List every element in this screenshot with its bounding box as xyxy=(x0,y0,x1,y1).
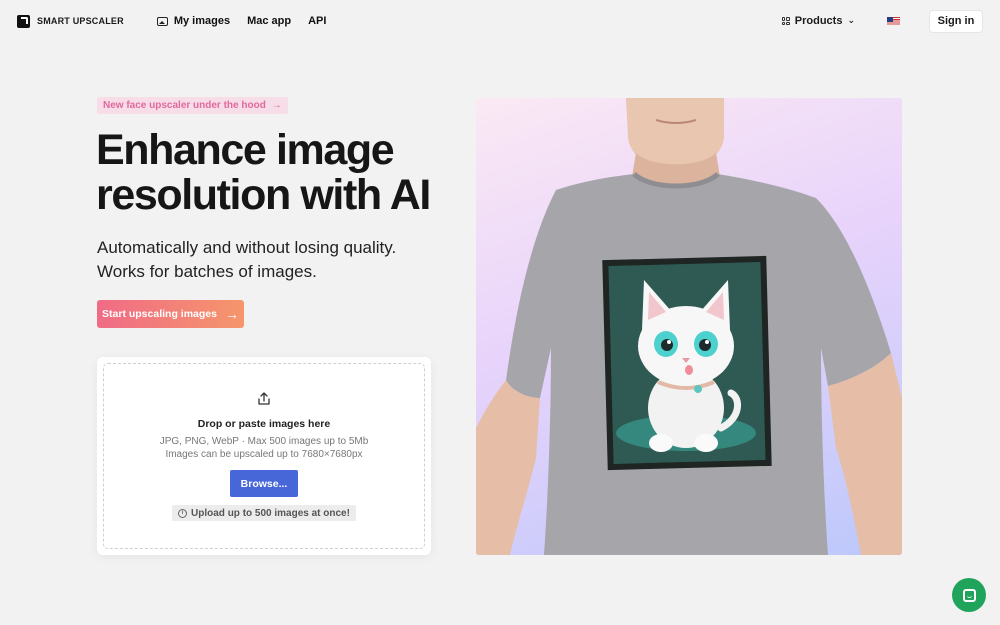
nav-mac-app[interactable]: Mac app xyxy=(247,15,291,27)
nav-api[interactable]: API xyxy=(308,15,326,27)
products-menu[interactable]: Products ⌄ xyxy=(781,14,855,27)
subtitle-line-1: Automatically and without losing quality… xyxy=(97,238,397,257)
hero-image xyxy=(476,98,902,555)
chat-button[interactable] xyxy=(952,578,986,612)
hero-subtitle: Automatically and without losing quality… xyxy=(97,236,457,284)
arrow-right-icon: → xyxy=(271,100,282,111)
cta-label: Start upscaling images xyxy=(102,308,217,320)
browse-button[interactable]: Browse... xyxy=(230,470,298,497)
nav-mac-app-label: Mac app xyxy=(247,15,292,27)
upload-icon xyxy=(258,392,270,405)
info-icon: i xyxy=(178,508,188,518)
drop-title: Drop or paste images here xyxy=(197,418,331,430)
headline-line-2: resolution with AI xyxy=(96,171,431,219)
image-icon xyxy=(156,16,168,26)
nav-my-images[interactable]: My images xyxy=(156,15,231,27)
max-size-info: Images can be upscaled up to 7680×7680px xyxy=(165,449,363,460)
upload-card: Drop or paste images here JPG, PNG, WebP… xyxy=(97,357,431,555)
subtitle-line-2: Works for batches of images. xyxy=(97,262,317,281)
products-label: Products xyxy=(794,15,843,27)
chevron-down-icon: ⌄ xyxy=(847,14,855,25)
brand-logo[interactable]: SMART UPSCALER xyxy=(17,14,124,28)
sign-in-button[interactable]: Sign in xyxy=(929,9,983,33)
nav-my-images-label: My images xyxy=(173,15,231,27)
drop-info: JPG, PNG, WebP · Max 500 images up to 5M… xyxy=(160,435,369,461)
nav-right: Products ⌄ Sign in xyxy=(781,9,983,33)
page-title: Enhance image resolution with AI xyxy=(96,128,466,218)
start-upscaling-button[interactable]: Start upscaling images → xyxy=(97,300,244,328)
drop-zone[interactable]: Drop or paste images here JPG, PNG, WebP… xyxy=(103,363,425,549)
limit-label: Upload up to 500 images at once! xyxy=(191,507,350,519)
tshirt-photo-illustration xyxy=(476,98,902,555)
format-info: JPG, PNG, WebP · Max 500 images up to 5M… xyxy=(159,436,369,447)
arrow-right-icon: → xyxy=(224,306,239,322)
brand-name: SMART UPSCALER xyxy=(37,16,124,26)
nav-api-label: API xyxy=(308,15,327,27)
chat-icon xyxy=(962,588,976,602)
badge-label: New face upscaler under the hood xyxy=(103,100,266,111)
upload-limit-note: i Upload up to 500 images at once! xyxy=(172,505,356,521)
nav-links: My images Mac app API xyxy=(156,15,326,27)
us-flag-icon[interactable] xyxy=(887,17,900,25)
headline-line-1: Enhance image xyxy=(96,126,395,174)
top-nav: SMART UPSCALER My images Mac app API Pro… xyxy=(0,0,1000,42)
logo-icon xyxy=(17,14,30,28)
grid-icon xyxy=(781,17,790,25)
announcement-badge[interactable]: New face upscaler under the hood → xyxy=(97,97,288,114)
